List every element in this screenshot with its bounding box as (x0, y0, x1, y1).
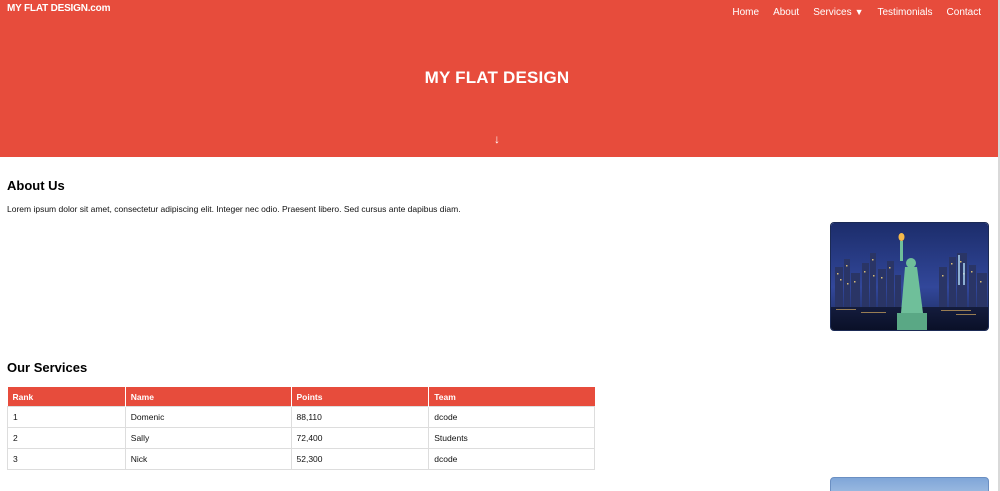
about-title: About Us (7, 178, 65, 193)
nav-item-about[interactable]: About (773, 7, 799, 18)
cell-name: Sally (124, 427, 292, 449)
nav-item-services-label: Services (813, 7, 852, 18)
cell-rank: 1 (7, 406, 126, 428)
table-row: 3 Nick 52,300 dcode (7, 448, 595, 470)
services-title: Our Services (7, 360, 88, 375)
cell-rank: 3 (7, 448, 126, 470)
column-header-rank: Rank (7, 387, 126, 407)
column-header-points: Points (291, 387, 430, 407)
table-header-row: Rank Name Points Team (7, 387, 595, 407)
cell-name: Domenic (124, 406, 292, 428)
table-row: 1 Domenic 88,110 dcode (7, 406, 595, 428)
caret-down-icon: ▼ (854, 7, 864, 17)
column-header-name: Name (125, 387, 292, 407)
nav-item-services[interactable]: Services ▼ (813, 7, 863, 18)
cell-team: dcode (428, 448, 595, 470)
second-image (830, 477, 989, 491)
hero-header: MY FLAT DESIGN.com Home About Services ▼ … (0, 0, 998, 157)
services-table: Rank Name Points Team 1 Domenic 88,110 d… (7, 387, 595, 470)
cell-points: 52,300 (290, 448, 430, 470)
skyline-illustration (831, 223, 988, 330)
down-arrow-icon[interactable]: ↓ (490, 132, 504, 146)
cell-points: 88,110 (290, 406, 430, 428)
about-text: Lorem ipsum dolor sit amet, consectetur … (7, 204, 461, 214)
nav-item-home[interactable]: Home (732, 7, 759, 18)
nav-item-testimonials[interactable]: Testimonials (878, 7, 933, 18)
table-row: 2 Sally 72,400 Students (7, 427, 595, 449)
cell-team: dcode (428, 406, 595, 428)
site-logo[interactable]: MY FLAT DESIGN.com (7, 3, 110, 14)
cell-points: 72,400 (290, 427, 430, 449)
city-skyline-image (830, 222, 989, 331)
column-header-team: Team (428, 387, 595, 407)
page: MY FLAT DESIGN.com Home About Services ▼ … (0, 0, 1000, 491)
main-nav: Home About Services ▼ Testimonials Contac… (718, 7, 981, 18)
hero-title: MY FLAT DESIGN (424, 68, 570, 87)
cell-team: Students (428, 427, 595, 449)
nav-item-contact[interactable]: Contact (947, 7, 981, 18)
cell-rank: 2 (7, 427, 126, 449)
cell-name: Nick (124, 448, 292, 470)
